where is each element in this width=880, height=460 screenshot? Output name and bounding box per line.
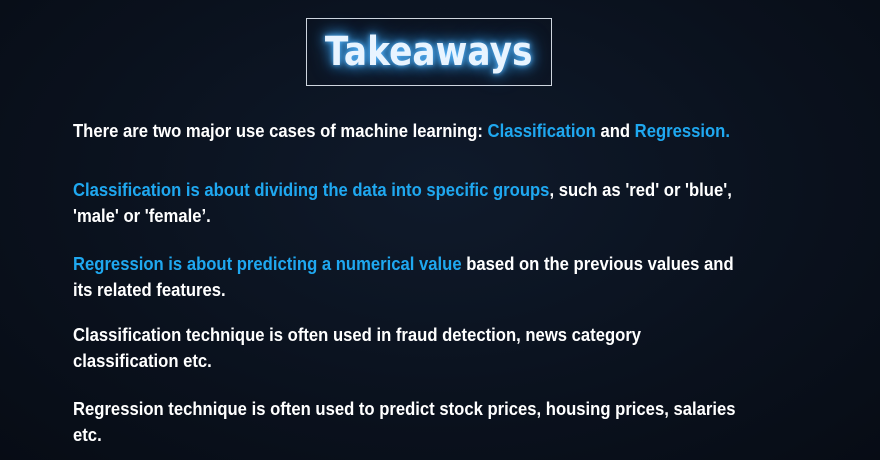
classification-line-1: Classification is about dividing the dat…: [73, 177, 757, 203]
paragraph-regression: Regression is about predicting a numeric…: [73, 251, 757, 303]
regression-definition: Regression is about predicting a numeric…: [73, 253, 462, 274]
classification-uses-line-2: classification etc.: [73, 350, 212, 371]
paragraph-classification-uses: Classification technique is often used i…: [73, 322, 757, 374]
page-title: Takeaways: [325, 29, 533, 75]
regression-line-2: its related features.: [73, 279, 226, 300]
paragraph-use-cases: There are two major use cases of machine…: [73, 118, 757, 144]
classification-uses-line-1: Classification technique is often used i…: [73, 324, 642, 345]
regression-basis: based on the previous values and: [461, 253, 734, 274]
title-box: Takeaways: [306, 18, 552, 86]
regression-highlight: Regression.: [634, 120, 730, 141]
paragraph-classification: Classification is about dividing the dat…: [73, 177, 757, 229]
classification-definition: Classification is about dividing the dat…: [73, 179, 550, 200]
use-cases-text: There are two major use cases of machine…: [73, 120, 488, 141]
regression-line-1: Regression is about predicting a numeric…: [73, 251, 757, 277]
regression-uses-line-1: Regression technique is often used to pr…: [73, 398, 736, 445]
classification-line-2: 'male' or 'female’.: [73, 205, 211, 226]
classification-highlight: Classification: [487, 120, 596, 141]
paragraph-regression-uses: Regression technique is often used to pr…: [73, 396, 757, 448]
and-text: and: [595, 120, 635, 141]
classification-examples: , such as 'red' or 'blue',: [549, 179, 732, 200]
